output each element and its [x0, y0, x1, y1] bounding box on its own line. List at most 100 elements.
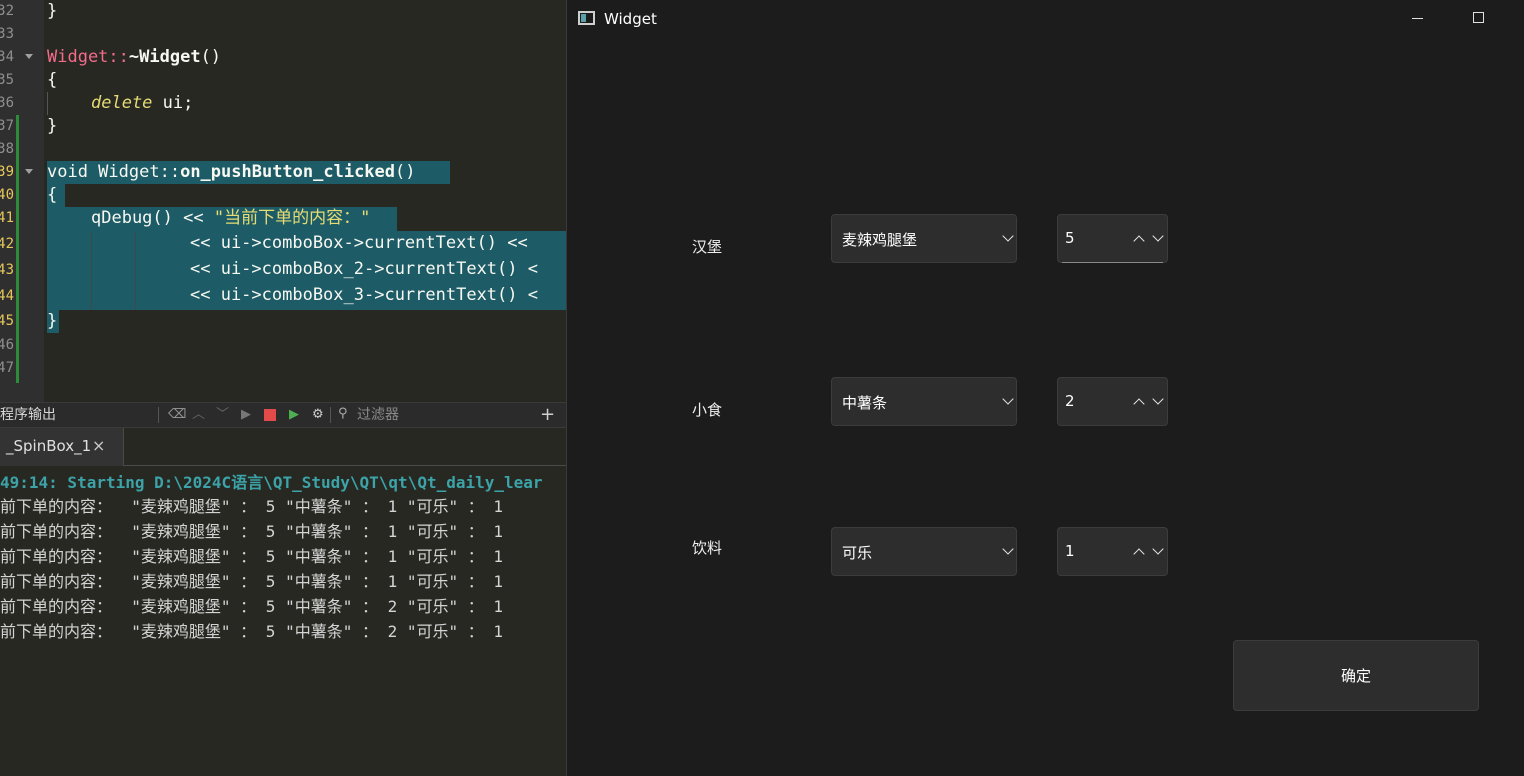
- line-number: 42: [0, 236, 14, 252]
- application-output: 49:14: Starting D:\2024C语言\QT_Study\QT\q…: [0, 466, 567, 776]
- output-tab-bar: _SpinBox_1 ×: [0, 428, 567, 466]
- code-line: }: [47, 116, 58, 136]
- chevron-down-icon: [1002, 543, 1014, 555]
- code-line: }: [47, 311, 58, 331]
- indent-guide: [91, 231, 92, 310]
- output-start-line: 49:14: Starting D:\2024C语言\QT_Study\QT\q…: [0, 473, 543, 492]
- label-burger: 汉堡: [692, 238, 723, 256]
- spinbox-value: 1: [1065, 542, 1075, 560]
- chevron-down-icon: [1002, 393, 1014, 405]
- line-number: 32: [0, 3, 14, 19]
- code-line: Widget::~Widget(): [47, 46, 221, 69]
- stop-icon[interactable]: [264, 409, 276, 421]
- indent-guide: [135, 231, 136, 310]
- code-keyword-delete: delete: [91, 93, 153, 113]
- minimize-icon[interactable]: [1412, 18, 1423, 19]
- code-line: {: [47, 70, 58, 90]
- chevron-up-icon[interactable]: [1133, 235, 1145, 247]
- tab-label: _SpinBox_1: [6, 437, 92, 455]
- code-class-name: Widget: [47, 47, 109, 67]
- line-number: 34: [0, 49, 14, 65]
- code-destructor-name: ~Widget: [128, 47, 201, 67]
- spinbox-value: 5: [1065, 229, 1075, 247]
- output-line: 前下单的内容： "麦辣鸡腿堡" ： 5 "中薯条" ： 2 "可乐" ： 1: [0, 622, 504, 641]
- line-number: 41: [0, 210, 14, 226]
- code-line: << ui->comboBox->currentText() <<: [190, 233, 538, 253]
- chevron-down-icon[interactable]: [1152, 393, 1164, 405]
- clear-output-icon[interactable]: ⌫: [168, 408, 186, 422]
- code-line: << ui->comboBox_2->currentText() <: [190, 259, 538, 279]
- line-number: 35: [0, 72, 14, 88]
- code-editor[interactable]: 32 33 34 35 36 37 38 39 40 41 42 43 44 4…: [0, 0, 567, 402]
- chevron-up-icon[interactable]: [1133, 398, 1145, 410]
- code-line: }: [47, 1, 58, 21]
- code-line: << ui->comboBox_3->currentText() <: [190, 285, 538, 305]
- line-number: 38: [0, 141, 14, 157]
- app-window-icon: [578, 11, 595, 25]
- line-number: 40: [0, 187, 14, 203]
- code-function-name: on_pushButton_clicked: [180, 162, 396, 182]
- code-line: {: [47, 185, 58, 205]
- line-number: 37: [0, 118, 14, 134]
- output-pane-title: 程序输出: [0, 407, 56, 423]
- output-line: 前下单的内容： "麦辣鸡腿堡" ： 5 "中薯条" ： 2 "可乐" ： 1: [0, 597, 504, 616]
- output-line: 前下单的内容： "麦辣鸡腿堡" ： 5 "中薯条" ： 1 "可乐" ： 1: [0, 497, 504, 516]
- combo-value: 中薯条: [842, 394, 888, 412]
- code-text: qDebug() <<: [91, 208, 214, 228]
- code-scope-operator: ::: [159, 162, 181, 182]
- change-marker-bar: [16, 115, 19, 383]
- line-number: 36: [0, 95, 14, 111]
- debug-run-icon[interactable]: ▶: [289, 408, 299, 422]
- line-number: 46: [0, 337, 14, 353]
- filter-input[interactable]: 过滤器: [357, 403, 399, 427]
- chevron-down-icon: [1002, 230, 1014, 242]
- maximize-icon[interactable]: [1473, 12, 1484, 23]
- toolbar-divider: [158, 407, 159, 423]
- confirm-button[interactable]: 确定: [1233, 640, 1479, 711]
- fold-toggle-icon[interactable]: [25, 54, 33, 59]
- combo-snack[interactable]: 中薯条: [831, 377, 1017, 426]
- spinbox-burger[interactable]: 5: [1057, 214, 1168, 263]
- line-number: 33: [0, 26, 14, 42]
- focus-underline: [1062, 262, 1163, 263]
- add-icon[interactable]: +: [540, 403, 555, 427]
- output-line: 前下单的内容： "麦辣鸡腿堡" ： 5 "中薯条" ： 1 "可乐" ： 1: [0, 547, 504, 566]
- toolbar-divider: [330, 407, 331, 423]
- combo-value: 麦辣鸡腿堡: [842, 231, 918, 249]
- widget-window: Widget 汉堡 麦辣鸡腿堡 5 小食 中薯条 2 饮料 可乐 1 确定: [566, 0, 1524, 776]
- chevron-up-icon[interactable]: [1133, 548, 1145, 560]
- window-titlebar[interactable]: Widget: [567, 0, 1524, 38]
- code-text: ui;: [152, 93, 194, 113]
- search-icon: ⚲: [338, 406, 348, 421]
- combo-drink[interactable]: 可乐: [831, 527, 1017, 576]
- fold-toggle-icon[interactable]: [25, 169, 33, 174]
- tab-spinbox[interactable]: _SpinBox_1 ×: [0, 428, 124, 466]
- combo-burger[interactable]: 麦辣鸡腿堡: [831, 214, 1017, 263]
- code-parens: (): [200, 47, 222, 67]
- line-number: 43: [0, 262, 14, 278]
- label-snack: 小食: [692, 401, 723, 419]
- close-icon[interactable]: ×: [92, 436, 105, 455]
- code-text: void Widget: [47, 162, 160, 182]
- run-icon[interactable]: ▶: [241, 408, 251, 422]
- line-number-gutter: 32 33 34 35 36 37 38 39 40 41 42 43 44 4…: [0, 0, 44, 402]
- code-line: delete ui;: [91, 92, 193, 115]
- code-line: qDebug() << "当前下单的内容：": [91, 207, 370, 230]
- chevron-down-icon[interactable]: [1152, 230, 1164, 242]
- gear-icon[interactable]: ⚙: [312, 408, 324, 422]
- spinbox-drink[interactable]: 1: [1057, 527, 1168, 576]
- code-scope-operator: ::: [108, 47, 129, 67]
- next-icon[interactable]: ﹀: [216, 408, 229, 422]
- window-title: Widget: [604, 10, 657, 28]
- output-line: 前下单的内容： "麦辣鸡腿堡" ： 5 "中薯条" ： 1 "可乐" ： 1: [0, 572, 504, 591]
- label-drink: 饮料: [692, 539, 723, 557]
- spinbox-snack[interactable]: 2: [1057, 377, 1168, 426]
- line-number: 44: [0, 288, 14, 304]
- code-line: void Widget::on_pushButton_clicked(): [47, 161, 416, 184]
- previous-icon[interactable]: ︿: [192, 408, 205, 422]
- chevron-down-icon[interactable]: [1152, 543, 1164, 555]
- code-parens: (): [395, 162, 416, 182]
- code-string: "当前下单的内容：": [213, 208, 371, 228]
- output-pane-toolbar: 程序输出 ⌫ ︿ ﹀ ▶ ▶ ⚙ ⚲ 过滤器 +: [0, 402, 567, 428]
- line-number: 39: [0, 164, 14, 180]
